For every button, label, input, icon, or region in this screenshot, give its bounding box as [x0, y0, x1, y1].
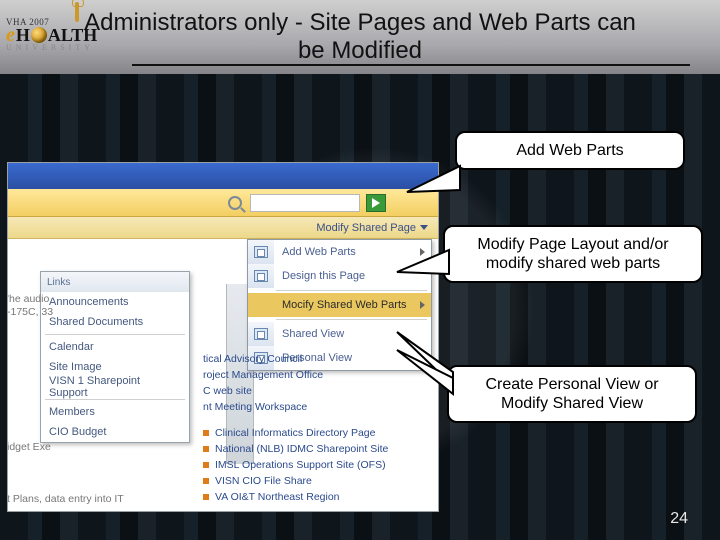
callout-modify-layout: Modify Page Layout and/or modify shared … — [443, 225, 703, 283]
logo-sub: UNIVERSITY — [6, 43, 132, 52]
list-item[interactable]: Calendar — [41, 337, 189, 357]
shared-view-icon — [248, 322, 274, 346]
menu-separator — [276, 290, 427, 291]
caduceus-icon — [75, 2, 79, 22]
menu-separator — [45, 399, 185, 400]
callout-views: Create Personal View or Modify Shared Vi… — [447, 365, 697, 423]
sharepoint-screenshot: Modify Shared Page Add Web Parts Design … — [7, 162, 439, 512]
list-item[interactable]: National (NLB) IDMC Sharepoint Site — [203, 441, 428, 457]
truncated-text: 'he audio-175C, 33 — [7, 293, 53, 318]
logo-brand: e H ALTH — [6, 27, 132, 43]
list-item[interactable]: VISN CIO File Share — [203, 473, 428, 489]
modify-icon — [248, 293, 274, 317]
design-icon — [248, 264, 274, 288]
callout-pointer — [405, 160, 457, 192]
list-item[interactable]: Shared Documents — [41, 312, 189, 332]
search-icon — [228, 196, 242, 210]
chevron-right-icon — [420, 301, 425, 309]
chevron-down-icon — [420, 225, 428, 230]
list-item[interactable]: Clinical Informatics Directory Page — [203, 425, 428, 441]
list-item[interactable]: CIO Budget — [41, 422, 189, 442]
list-item[interactable]: VISN 1 Sharepoint Support — [41, 377, 189, 397]
bullet-icon — [203, 462, 209, 468]
header-bar: VHA 2007 e H ALTH UNIVERSITY Administrat… — [0, 0, 720, 74]
modify-shared-page-link[interactable]: Modify Shared Page — [8, 217, 438, 239]
links-flyout-menu: Links Announcements Shared Documents Cal… — [40, 271, 190, 443]
callout-add-web-parts: Add Web Parts — [455, 131, 685, 170]
sp-topbar — [8, 163, 438, 189]
menu-item-modify-shared-webparts[interactable]: Mocify Shared Web Parts — [248, 293, 431, 317]
sp-searchbar — [8, 189, 438, 217]
list-item[interactable]: VA OI&T Northeast Region — [203, 489, 428, 505]
list-item[interactable]: Site Image — [41, 357, 189, 377]
search-go-button[interactable] — [366, 194, 386, 212]
menu-separator — [276, 319, 427, 320]
page-title: Administrators only - Site Pages and Web… — [80, 9, 640, 64]
truncated-text: t Plans, data entry into IT — [7, 493, 124, 506]
list-item[interactable]: Members — [41, 402, 189, 422]
webpart-icon — [248, 240, 274, 264]
page-number: 24 — [670, 510, 688, 528]
bullet-icon — [203, 446, 209, 452]
truncated-text: idget Exe — [7, 441, 51, 454]
bullet-icon — [203, 494, 209, 500]
links-header: Links — [41, 272, 189, 292]
callout-pointer — [395, 242, 447, 282]
menu-separator — [45, 334, 185, 335]
list-item[interactable]: IMSL Operations Support Site (OFS) — [203, 457, 428, 473]
bullet-icon — [203, 478, 209, 484]
search-input[interactable] — [250, 194, 360, 212]
modify-link-label: Modify Shared Page — [316, 222, 416, 234]
list-item[interactable]: Announcements — [41, 292, 189, 312]
ehealth-logo: VHA 2007 e H ALTH UNIVERSITY — [6, 8, 132, 60]
bullet-icon — [203, 430, 209, 436]
title-underline — [132, 64, 690, 66]
slide: VHA 2007 e H ALTH UNIVERSITY Administrat… — [0, 0, 720, 540]
callout-pointer — [395, 350, 453, 404]
globe-icon — [31, 27, 47, 43]
